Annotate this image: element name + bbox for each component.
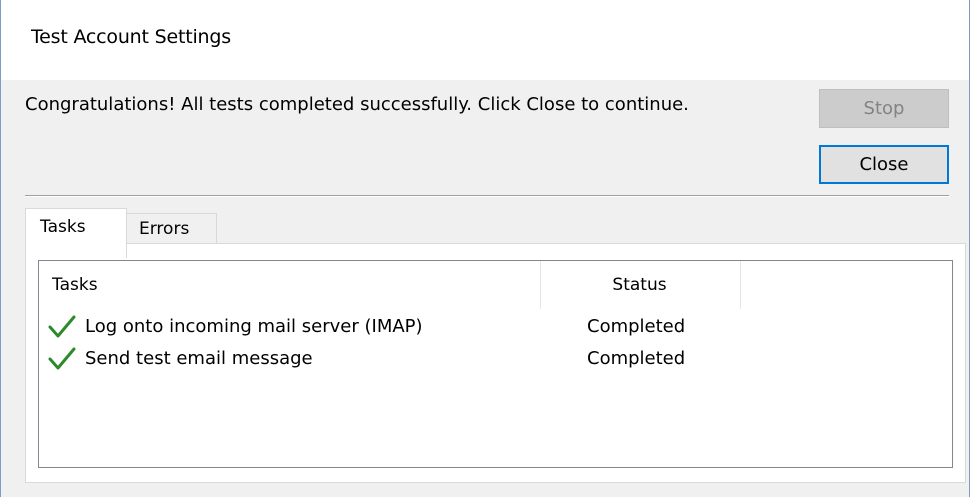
list-item[interactable]: Send test email message Completed bbox=[39, 345, 952, 375]
task-status: Completed bbox=[587, 348, 686, 369]
column-header-empty bbox=[741, 261, 952, 309]
checkmark-icon bbox=[48, 347, 76, 371]
test-account-settings-dialog: Test Account Settings Congratulations! A… bbox=[0, 0, 970, 497]
checkmark-icon bbox=[48, 315, 76, 339]
status-message: Congratulations! All tests completed suc… bbox=[25, 94, 689, 115]
list-item[interactable]: Log onto incoming mail server (IMAP) Com… bbox=[39, 313, 952, 343]
task-name: Log onto incoming mail server (IMAP) bbox=[85, 316, 423, 337]
stop-button[interactable]: Stop bbox=[819, 89, 949, 128]
task-name: Send test email message bbox=[85, 348, 313, 369]
task-status: Completed bbox=[587, 316, 686, 337]
tab-errors-label: Errors bbox=[139, 219, 190, 239]
divider bbox=[25, 195, 949, 197]
tab-tasks[interactable]: Tasks bbox=[25, 208, 127, 258]
column-header-tasks[interactable]: Tasks bbox=[39, 261, 541, 309]
tasks-tab-panel: Tasks Status Log onto incoming mail serv… bbox=[25, 243, 966, 483]
tab-errors[interactable]: Errors bbox=[126, 213, 217, 244]
close-button[interactable]: Close bbox=[819, 145, 949, 184]
task-list[interactable]: Tasks Status Log onto incoming mail serv… bbox=[38, 260, 953, 468]
tab-tasks-label: Tasks bbox=[40, 217, 86, 237]
column-header-status[interactable]: Status bbox=[541, 261, 741, 309]
dialog-title: Test Account Settings bbox=[31, 26, 231, 48]
dialog-title-bar: Test Account Settings bbox=[1, 0, 969, 80]
